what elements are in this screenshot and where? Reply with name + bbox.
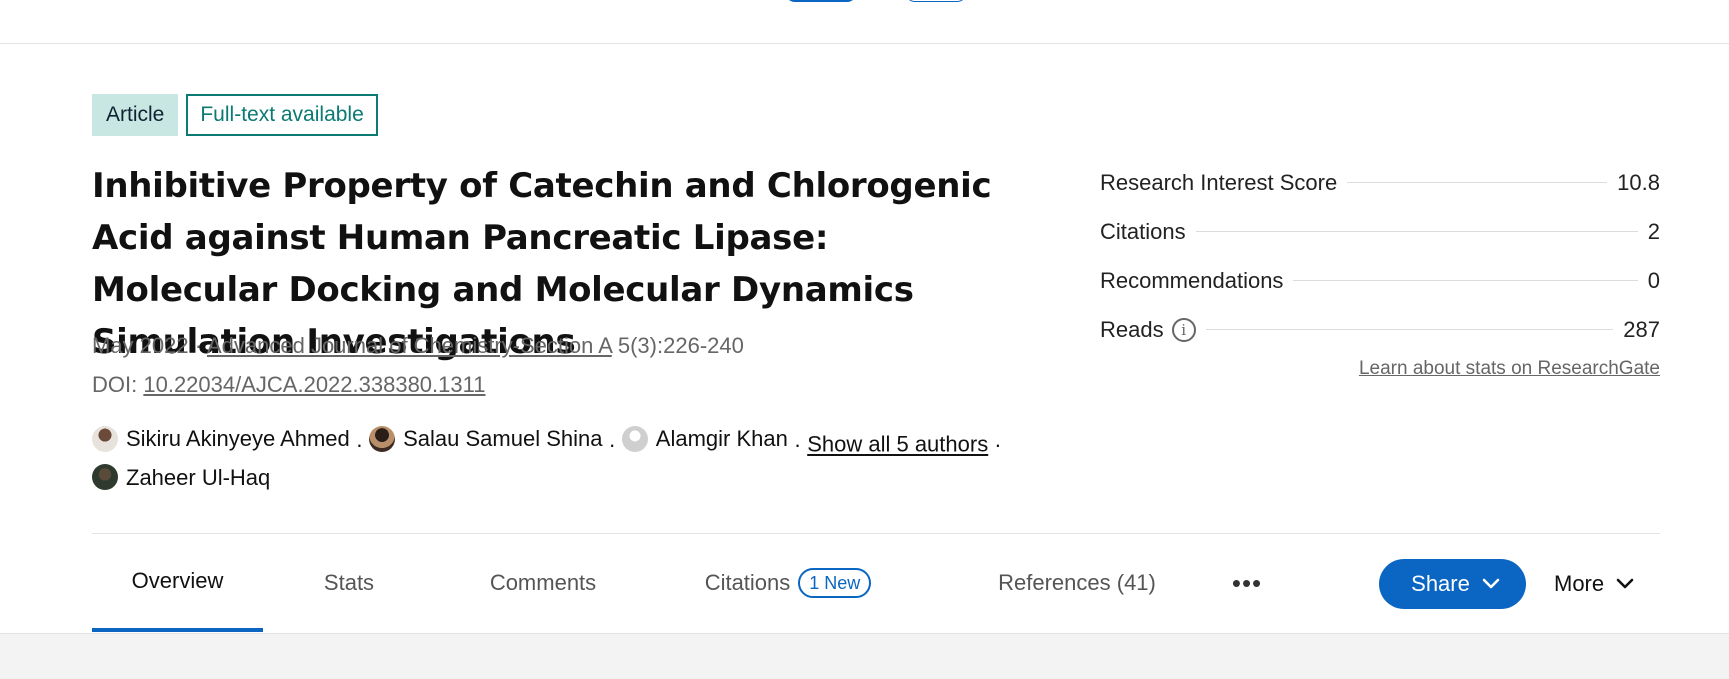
author-name[interactable]: Alamgir Khan (656, 422, 788, 455)
stat-leader-line (1347, 182, 1608, 183)
author-name[interactable]: Salau Samuel Shina (403, 422, 602, 455)
stat-label: Citations (1100, 218, 1186, 244)
more-tabs-icon[interactable]: ••• (1222, 534, 1272, 632)
author-name[interactable]: Zaheer Ul-Haq (126, 461, 270, 494)
author-avatar (369, 425, 396, 452)
tab-label: Comments (489, 570, 597, 595)
publication-meta: May 2022 · Advanced Journal of Chemistry… (92, 333, 1032, 359)
more-label: More (1554, 571, 1605, 596)
author-separator: · (608, 431, 616, 457)
publication-tabs: Overview Stats Comments Citations 1 New … (92, 534, 1660, 632)
new-citations-badge: 1 New (798, 568, 872, 598)
doi-line: DOI: 10.22034/AJCA.2022.338380.1311 (92, 372, 1032, 398)
tab-comments[interactable]: Comments (450, 534, 636, 632)
author-separator: · (793, 431, 802, 457)
tab-label: References (41) (998, 570, 1156, 595)
stat-value: 287 (1623, 316, 1660, 342)
show-all-authors-link[interactable]: Show all 5 authors (807, 432, 988, 457)
author-item[interactable]: Salau Samuel Shina (369, 422, 602, 455)
meta-separator: · (194, 333, 207, 358)
stat-value: 0 (1647, 267, 1660, 293)
author-avatar-placeholder (621, 425, 648, 452)
tab-stats[interactable]: Stats (292, 534, 406, 632)
author-separator: · (355, 431, 364, 457)
stat-value: 2 (1647, 218, 1660, 244)
page-content-background (0, 633, 1729, 679)
author-avatar (92, 464, 118, 490)
share-button[interactable]: Share (1379, 559, 1526, 609)
stat-leader-line (1195, 231, 1638, 232)
stat-recommendations: Recommendations 0 (1100, 256, 1660, 305)
publication-badges: Article Full-text available (92, 94, 378, 136)
stat-label: Recommendations (1100, 267, 1284, 293)
author-separator: · (994, 431, 1002, 457)
stat-leader-line (1293, 280, 1638, 281)
tab-references[interactable]: References (41) (972, 534, 1182, 632)
chevron-down-icon (1616, 578, 1634, 590)
tab-label: Stats (323, 570, 375, 595)
author-item[interactable]: Alamgir Khan (621, 422, 788, 455)
doi-label: DOI: (92, 372, 138, 397)
stat-reads: Reads i 287 (1100, 305, 1660, 354)
author-avatar (92, 425, 118, 452)
top-navigation-bar (0, 0, 1729, 44)
info-icon[interactable]: i (1171, 317, 1196, 342)
full-text-available-badge[interactable]: Full-text available (186, 94, 378, 136)
author-item[interactable]: Sikiru Akinyeye Ahmed (92, 422, 350, 455)
stat-label: Reads (1100, 316, 1164, 342)
author-item[interactable]: Zaheer Ul-Haq (92, 461, 270, 494)
more-menu-button[interactable]: More (1554, 559, 1634, 609)
tab-label: Citations (704, 570, 791, 595)
publication-stats: Research Interest Score 10.8 Citations 2… (1100, 158, 1660, 354)
top-primary-button-edge[interactable] (785, 0, 857, 2)
stat-label-wrap: Reads i (1100, 317, 1196, 343)
stat-label: Research Interest Score (1100, 169, 1338, 195)
stat-leader-line (1205, 329, 1614, 330)
stat-value: 10.8 (1617, 169, 1660, 195)
stat-research-interest-score: Research Interest Score 10.8 (1100, 158, 1660, 207)
share-label: Share (1411, 571, 1470, 596)
learn-about-stats-link[interactable]: Learn about stats on ResearchGate (1359, 358, 1660, 380)
stat-citations: Citations 2 (1100, 207, 1660, 256)
chevron-down-icon (1482, 578, 1500, 590)
journal-link[interactable]: Advanced Journal of Chemistry-Section A (207, 333, 612, 358)
publication-date: May 2022 (92, 333, 189, 358)
article-type-badge: Article (92, 94, 179, 136)
volume-pages: 5(3):226-240 (617, 333, 744, 358)
doi-link[interactable]: 10.22034/AJCA.2022.338380.1311 (143, 372, 485, 397)
tab-overview[interactable]: Overview (92, 534, 263, 632)
top-secondary-button-edge[interactable] (905, 0, 967, 2)
tab-label: Overview (131, 568, 224, 593)
tab-citations[interactable]: Citations 1 New (682, 534, 894, 632)
author-list: Sikiru Akinyeye Ahmed · Salau Samuel Shi… (92, 422, 1072, 499)
author-name[interactable]: Sikiru Akinyeye Ahmed (126, 422, 350, 455)
